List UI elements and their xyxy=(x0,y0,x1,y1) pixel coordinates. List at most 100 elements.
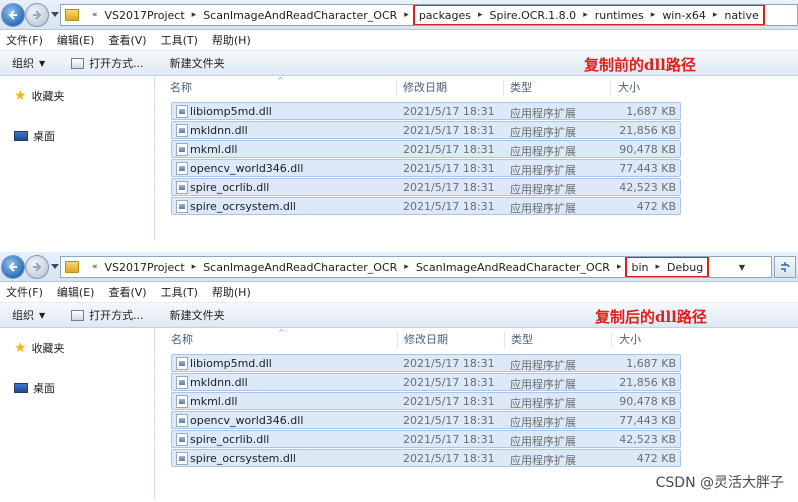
column-divider[interactable] xyxy=(396,80,397,96)
address-dropdown-icon[interactable]: ▼ xyxy=(735,257,749,277)
star-icon: ★ xyxy=(14,340,27,356)
organize-button[interactable]: 组织 ▼ xyxy=(12,307,45,323)
file-row[interactable]: mkml.dll 2021/5/17 18:31 应用程序扩展 90,478 K… xyxy=(171,140,681,158)
new-folder-button[interactable]: 新建文件夹 xyxy=(170,307,225,323)
file-name: spire_ocrsystem.dll xyxy=(190,452,296,465)
column-divider[interactable] xyxy=(503,80,504,96)
file-row[interactable]: mkldnn.dll 2021/5/17 18:31 应用程序扩展 21,856… xyxy=(171,121,681,139)
menu-view[interactable]: 查看(V) xyxy=(108,284,146,300)
file-row[interactable]: spire_ocrsystem.dll 2021/5/17 18:31 应用程序… xyxy=(171,197,681,215)
file-row[interactable]: mkldnn.dll 2021/5/17 18:31 应用程序扩展 21,856… xyxy=(171,373,681,391)
chevron-right-icon[interactable]: ▸ xyxy=(404,10,409,20)
back-button[interactable] xyxy=(1,3,25,27)
navigation-pane: ★ 收藏夹 桌面 xyxy=(0,328,155,500)
nav-desktop[interactable]: 桌面 xyxy=(14,128,55,144)
column-header-size[interactable]: 大小 xyxy=(618,76,640,98)
file-row[interactable]: opencv_world346.dll 2021/5/17 18:31 应用程序… xyxy=(171,411,681,429)
menu-file[interactable]: 文件(F) xyxy=(6,32,43,48)
address-bar[interactable]: « VS2017Project ▸ ScanImageAndReadCharac… xyxy=(60,4,798,26)
explorer-window-after: « VS2017Project ▸ ScanImageAndReadCharac… xyxy=(0,252,798,502)
file-row[interactable]: spire_ocrlib.dll 2021/5/17 18:31 应用程序扩展 … xyxy=(171,430,681,448)
nav-desktop[interactable]: 桌面 xyxy=(14,380,55,396)
chevron-right-icon[interactable]: ▸ xyxy=(713,10,718,20)
chevron-down-icon: ▼ xyxy=(39,58,46,68)
breadcrumb-item[interactable]: Spire.OCR.1.8.0 xyxy=(490,9,577,22)
chevron-right-icon[interactable]: ▸ xyxy=(192,10,197,20)
chevron-left-icon[interactable]: « xyxy=(92,262,98,272)
recent-pages-dropdown-icon[interactable] xyxy=(51,264,59,269)
column-header-size[interactable]: 大小 xyxy=(619,328,641,350)
menu-help[interactable]: 帮助(H) xyxy=(212,32,251,48)
menu-view[interactable]: 查看(V) xyxy=(108,32,146,48)
back-button[interactable] xyxy=(1,255,25,279)
file-row[interactable]: opencv_world346.dll 2021/5/17 18:31 应用程序… xyxy=(171,159,681,177)
file-row[interactable]: spire_ocrsystem.dll 2021/5/17 18:31 应用程序… xyxy=(171,449,681,467)
column-header-name[interactable]: 名称 xyxy=(171,328,193,350)
chevron-right-icon[interactable]: ▸ xyxy=(583,10,588,20)
breadcrumb-item[interactable]: win-x64 xyxy=(662,9,706,22)
chevron-right-icon[interactable]: ▸ xyxy=(655,262,660,272)
breadcrumb-item[interactable]: bin xyxy=(631,261,648,274)
breadcrumb-item[interactable]: VS2017Project xyxy=(105,261,185,274)
breadcrumb-item[interactable]: ScanImageAndReadCharacter_OCR xyxy=(416,261,610,274)
breadcrumb-item[interactable]: ScanImageAndReadCharacter_OCR xyxy=(203,9,397,22)
forward-button[interactable] xyxy=(25,3,49,27)
chevron-right-icon[interactable]: ▸ xyxy=(617,262,622,272)
menu-help[interactable]: 帮助(H) xyxy=(212,284,251,300)
recent-pages-dropdown-icon[interactable] xyxy=(51,12,59,17)
navigation-pane: ★ 收藏夹 桌面 xyxy=(0,76,155,241)
file-type: 应用程序扩展 xyxy=(510,378,576,391)
file-type: 应用程序扩展 xyxy=(510,435,576,448)
column-divider[interactable] xyxy=(397,332,398,348)
file-name: opencv_world346.dll xyxy=(190,162,304,175)
dll-file-icon xyxy=(176,433,188,446)
breadcrumb-item[interactable]: packages xyxy=(419,9,471,22)
breadcrumb-item[interactable]: ScanImageAndReadCharacter_OCR xyxy=(203,261,397,274)
file-date: 2021/5/17 18:31 xyxy=(403,395,495,408)
chevron-right-icon[interactable]: ▸ xyxy=(478,10,483,20)
back-arrow-icon xyxy=(8,262,17,272)
column-divider[interactable] xyxy=(611,332,612,348)
new-folder-button[interactable]: 新建文件夹 xyxy=(170,55,225,71)
file-name: mkml.dll xyxy=(190,143,238,156)
file-row[interactable]: libiomp5md.dll 2021/5/17 18:31 应用程序扩展 1,… xyxy=(171,102,681,120)
file-row[interactable]: mkml.dll 2021/5/17 18:31 应用程序扩展 90,478 K… xyxy=(171,392,681,410)
column-divider[interactable] xyxy=(610,80,611,96)
chevron-left-icon[interactable]: « xyxy=(92,10,98,20)
nav-favorites[interactable]: ★ 收藏夹 xyxy=(14,340,65,356)
file-row[interactable]: libiomp5md.dll 2021/5/17 18:31 应用程序扩展 1,… xyxy=(171,354,681,372)
dll-file-icon xyxy=(176,357,188,370)
open-with-button[interactable]: 打开方式... xyxy=(71,307,144,323)
menu-edit[interactable]: 编辑(E) xyxy=(57,284,95,300)
column-header-type[interactable]: 类型 xyxy=(511,328,533,350)
address-bar[interactable]: « VS2017Project ▸ ScanImageAndReadCharac… xyxy=(60,256,772,278)
breadcrumb-item[interactable]: Debug xyxy=(667,261,703,274)
chevron-right-icon[interactable]: ▸ xyxy=(404,262,409,272)
forward-button[interactable] xyxy=(25,255,49,279)
column-header-date[interactable]: 修改日期 xyxy=(403,76,447,98)
dll-file-icon xyxy=(176,105,188,118)
folder-icon xyxy=(65,261,79,273)
file-size: 90,478 KB xyxy=(619,395,676,408)
breadcrumb-item[interactable]: runtimes xyxy=(595,9,644,22)
chevron-right-icon[interactable]: ▸ xyxy=(651,10,656,20)
column-divider[interactable] xyxy=(504,332,505,348)
chevron-right-icon[interactable]: ▸ xyxy=(192,262,197,272)
nav-favorites[interactable]: ★ 收藏夹 xyxy=(14,88,65,104)
file-row[interactable]: spire_ocrlib.dll 2021/5/17 18:31 应用程序扩展 … xyxy=(171,178,681,196)
column-header-name[interactable]: 名称 xyxy=(170,76,192,98)
column-header-date[interactable]: 修改日期 xyxy=(404,328,448,350)
organize-button[interactable]: 组织 ▼ xyxy=(12,55,45,71)
file-date: 2021/5/17 18:31 xyxy=(403,376,495,389)
nav-desktop-label: 桌面 xyxy=(33,382,55,395)
menu-edit[interactable]: 编辑(E) xyxy=(57,32,95,48)
column-header-type[interactable]: 类型 xyxy=(510,76,532,98)
refresh-button[interactable] xyxy=(774,256,796,278)
organize-label: 组织 xyxy=(12,309,34,322)
breadcrumb-item[interactable]: VS2017Project xyxy=(105,9,185,22)
menu-file[interactable]: 文件(F) xyxy=(6,284,43,300)
breadcrumb-item[interactable]: native xyxy=(724,9,758,22)
open-with-button[interactable]: 打开方式... xyxy=(71,55,144,71)
menu-tools[interactable]: 工具(T) xyxy=(161,284,198,300)
menu-tools[interactable]: 工具(T) xyxy=(161,32,198,48)
